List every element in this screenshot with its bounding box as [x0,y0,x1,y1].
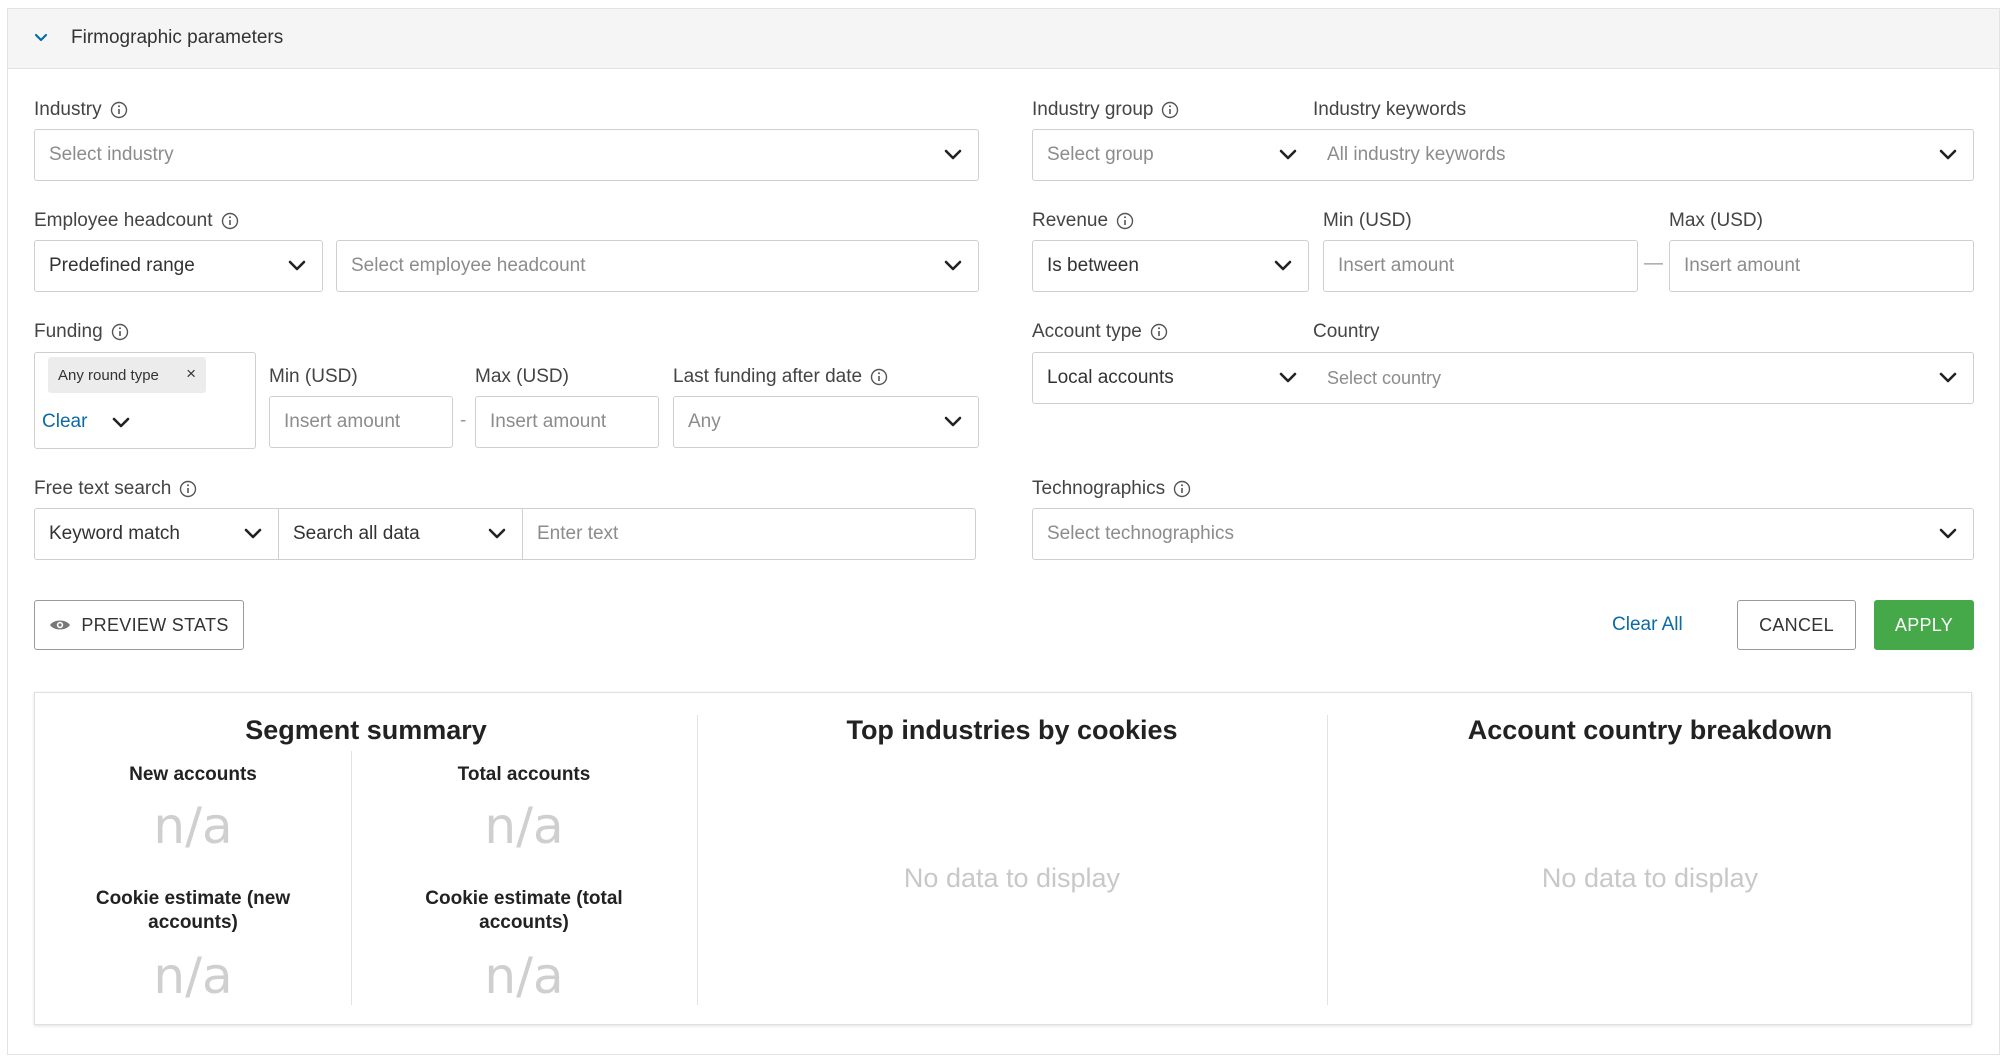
info-icon[interactable] [179,480,197,498]
divider [697,715,698,1005]
apply-button[interactable]: APPLY [1874,600,1974,650]
clear-funding-link[interactable]: Clear [42,411,87,433]
funding-min-label: Min (USD) [269,366,358,387]
chevron-down-icon[interactable] [112,416,130,430]
range-separator: - [460,410,467,431]
free-text-label: Free text search [34,478,197,500]
chevron-down-icon [1279,371,1297,385]
industry-select[interactable]: Select industry [34,129,979,181]
section-title: Firmographic parameters [71,27,284,48]
technographics-select[interactable]: Select technographics [1032,508,1974,560]
stats-card: Segment summary New accounts Total accou… [34,692,1972,1025]
search-scope-select[interactable]: Search all data [279,508,523,560]
funding-max-label: Max (USD) [475,366,569,387]
total-accounts-value: n/a [484,797,564,855]
country-breakdown-empty: No data to display [1541,863,1759,893]
account-type-label: Account type [1032,321,1168,343]
info-icon[interactable] [870,368,888,386]
revenue-max-input[interactable]: Insert amount [1669,240,1974,292]
preview-stats-button[interactable]: PREVIEW STATS [34,600,244,650]
chevron-down-icon [1939,148,1957,162]
industry-keywords-label: Industry keywords [1313,99,1467,120]
range-separator: — [1644,253,1663,274]
country-select[interactable]: Select country [1313,352,1974,404]
account-type-select[interactable]: Local accounts [1032,352,1314,404]
funding-max-input[interactable]: Insert amount [475,396,659,448]
revenue-max-label: Max (USD) [1669,210,1763,231]
round-type-chip: Any round type × [48,357,206,393]
last-funding-select[interactable]: Any [673,396,979,448]
country-label: Country [1313,321,1380,342]
cookie-total-label: Cookie estimate (total accounts) [425,888,623,933]
info-icon[interactable] [111,323,129,341]
cookie-new-value: n/a [153,947,233,1005]
cancel-button[interactable]: CANCEL [1737,600,1856,650]
revenue-operator-select[interactable]: Is between [1032,240,1309,292]
last-funding-label: Last funding after date [673,366,888,388]
chevron-down-icon [288,259,306,273]
eye-icon [49,618,71,632]
chevron-down-icon [244,527,262,541]
info-icon[interactable] [1150,323,1168,341]
chevron-down-icon [488,527,506,541]
info-icon[interactable] [110,101,128,119]
free-text-input[interactable]: Enter text [523,508,976,560]
technographics-label: Technographics [1032,478,1191,500]
match-type-select[interactable]: Keyword match [34,508,279,560]
new-accounts-value: n/a [153,797,233,855]
chevron-down-icon [944,415,962,429]
total-accounts-label: Total accounts [457,764,591,785]
info-icon[interactable] [1161,101,1179,119]
funding-label: Funding [34,321,129,343]
industry-keywords-select[interactable]: All industry keywords [1313,129,1974,181]
chevron-down-icon [1279,148,1297,162]
top-industries-empty: No data to display [903,863,1121,893]
chevron-down-icon [1939,527,1957,541]
chevron-down-icon [944,148,962,162]
cookie-total-value: n/a [484,947,564,1005]
section-header[interactable]: Firmographic parameters [8,9,1999,69]
industry-label: Industry [34,99,128,121]
chevron-down-icon[interactable] [34,31,48,45]
top-industries-title: Top industries by cookies [846,715,1178,745]
info-icon[interactable] [1173,480,1191,498]
revenue-min-input[interactable]: Insert amount [1323,240,1638,292]
info-icon[interactable] [221,212,239,230]
cookie-new-label: Cookie estimate (new accounts) [95,888,291,933]
employee-headcount-label: Employee headcount [34,210,239,232]
revenue-label: Revenue [1032,210,1134,232]
chevron-down-icon [944,259,962,273]
close-icon[interactable]: × [186,364,196,384]
clear-all-link[interactable]: Clear All [1612,614,1683,636]
chevron-down-icon [1274,259,1292,273]
new-accounts-label: New accounts [129,764,257,785]
revenue-min-label: Min (USD) [1323,210,1412,231]
chevron-down-icon [1939,371,1957,385]
headcount-mode-select[interactable]: Predefined range [34,240,323,292]
industry-group-select[interactable]: Select group [1032,129,1314,181]
segment-summary-title: Segment summary [245,715,487,745]
funding-min-input[interactable]: Insert amount [269,396,453,448]
divider [1327,715,1328,1005]
industry-group-label: Industry group [1032,99,1179,121]
country-breakdown-title: Account country breakdown [1467,715,1833,745]
info-icon[interactable] [1116,212,1134,230]
employee-headcount-select[interactable]: Select employee headcount [336,240,979,292]
